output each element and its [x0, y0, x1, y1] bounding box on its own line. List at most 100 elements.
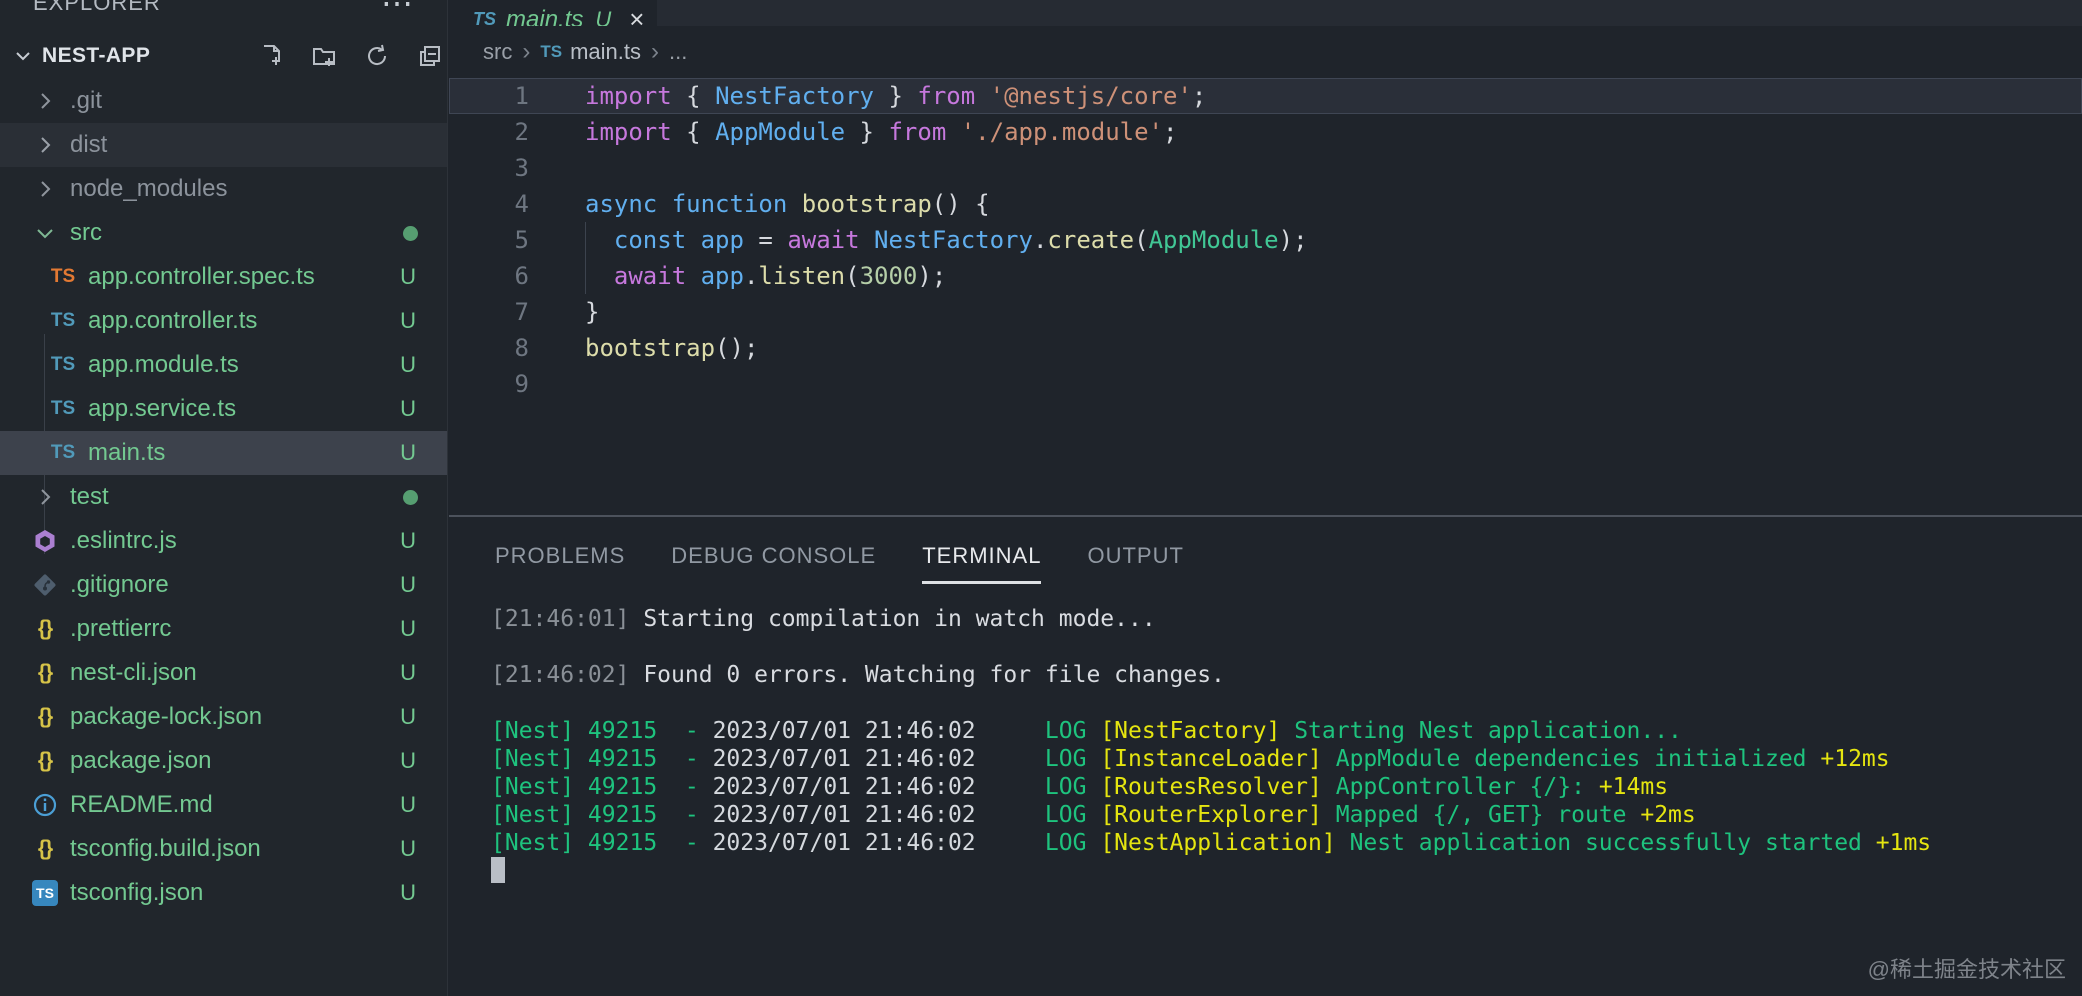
- chevron-down-icon: [37, 229, 53, 239]
- tree-item-tsconfig-build[interactable]: {} tsconfig.build.json U: [0, 827, 447, 871]
- git-icon: [32, 572, 58, 598]
- tree-item-tsconfig[interactable]: TS tsconfig.json U: [0, 871, 447, 915]
- ts-file-icon: TS: [540, 42, 563, 61]
- code-line: 3: [514, 154, 529, 182]
- tree-item-prettierrc[interactable]: {} .prettierrc U: [0, 607, 447, 651]
- tree-item-node-modules[interactable]: node_modules: [0, 167, 447, 211]
- watermark: @稀土掘金技术社区: [1867, 957, 2066, 982]
- explorer-more-icon[interactable]: ⋯: [381, 0, 415, 22]
- ts-file-icon: TS: [50, 266, 76, 287]
- terminal-line: [Nest] 49215 - 2023/07/01 21:46:02 LOG […: [491, 746, 1890, 772]
- tab-debug-console[interactable]: DEBUG CONSOLE: [671, 543, 876, 584]
- terminal-line: [21:46:01] Starting compilation in watch…: [491, 606, 1156, 632]
- project-header[interactable]: NEST-APP: [0, 33, 447, 79]
- file-tree: .git dist node_modules src TS app.contro…: [0, 79, 447, 915]
- chevron-right-icon: ›: [650, 38, 659, 65]
- explorer-title: EXPLORER: [33, 0, 161, 15]
- git-untracked-badge: U: [400, 572, 416, 597]
- tsconfig-icon: TS: [32, 880, 58, 906]
- terminal-cursor: [491, 857, 505, 883]
- git-untracked-badge: U: [400, 352, 416, 377]
- terminal-line: [21:46:02] Found 0 errors. Watching for …: [491, 662, 1225, 688]
- bottom-panel: PROBLEMS DEBUG CONSOLE TERMINAL OUTPUT […: [449, 515, 2082, 996]
- json-icon: {}: [37, 705, 53, 728]
- tree-item-eslintrc[interactable]: .eslintrc.js U: [0, 519, 447, 563]
- chevron-right-icon: [41, 489, 51, 505]
- code-line: 9: [514, 370, 529, 398]
- project-name: NEST-APP: [42, 44, 151, 67]
- tree-item-git[interactable]: .git: [0, 79, 447, 123]
- editor-area: TS main.ts U × src › TS main.ts › ... 1i…: [449, 0, 2082, 515]
- terminal-output[interactable]: [21:46:01] Starting compilation in watch…: [491, 605, 1931, 857]
- modified-dot: [403, 489, 418, 505]
- chevron-right-icon: ›: [522, 38, 531, 65]
- tree-item-package[interactable]: {} package.json U: [0, 739, 447, 783]
- tree-item-app-service[interactable]: TS app.service.ts U: [0, 387, 447, 431]
- tree-item-app-module[interactable]: TS app.module.ts U: [0, 343, 447, 387]
- tab-main-ts[interactable]: TS main.ts U ×: [449, 0, 657, 26]
- eslint-icon: [32, 528, 58, 554]
- git-untracked-badge: U: [400, 748, 416, 773]
- close-icon[interactable]: ×: [629, 4, 644, 26]
- json-icon: {}: [37, 617, 53, 640]
- refresh-icon[interactable]: [364, 43, 390, 69]
- tree-item-app-controller-spec[interactable]: TS app.controller.spec.ts U: [0, 255, 447, 299]
- chevron-right-icon: [41, 93, 51, 109]
- info-icon: [32, 792, 58, 818]
- tab-dirty-indicator: U: [595, 6, 612, 27]
- collapse-all-icon[interactable]: [417, 43, 443, 69]
- git-untracked-badge: U: [400, 704, 416, 729]
- tree-item-dist[interactable]: dist: [0, 123, 447, 167]
- tab-output[interactable]: OUTPUT: [1087, 543, 1183, 584]
- code-view[interactable]: 1 import { NestFactory } from '@nestjs/co…: [449, 78, 2082, 402]
- ts-file-icon: TS: [473, 9, 497, 26]
- tab-problems[interactable]: PROBLEMS: [495, 543, 625, 584]
- git-untracked-badge: U: [400, 880, 416, 905]
- tree-item-app-controller[interactable]: TS app.controller.ts U: [0, 299, 447, 343]
- git-untracked-badge: U: [400, 836, 416, 861]
- json-icon: {}: [37, 661, 53, 684]
- tree-item-package-lock[interactable]: {} package-lock.json U: [0, 695, 447, 739]
- json-icon: {}: [37, 749, 53, 772]
- git-untracked-badge: U: [400, 660, 416, 685]
- breadcrumb: src › TS main.ts › ...: [449, 26, 2082, 78]
- panel-tabs: PROBLEMS DEBUG CONSOLE TERMINAL OUTPUT: [495, 543, 1184, 584]
- git-untracked-badge: U: [400, 396, 416, 421]
- code-line: 7}: [514, 298, 600, 326]
- new-file-icon[interactable]: [258, 43, 284, 69]
- chevron-down-icon: [16, 52, 30, 61]
- breadcrumb-symbol-ellipsis[interactable]: ...: [669, 39, 687, 65]
- chevron-right-icon: [41, 181, 51, 197]
- new-folder-icon[interactable]: [311, 43, 337, 69]
- modified-dot: [403, 225, 418, 241]
- json-icon: {}: [37, 837, 53, 860]
- ts-file-icon: TS: [50, 354, 76, 375]
- tree-item-src[interactable]: src: [0, 211, 447, 255]
- breadcrumb-file[interactable]: main.ts: [570, 39, 641, 65]
- code-line: 8 bootstrap();: [514, 334, 759, 362]
- explorer-sidebar: EXPLORER ⋯ NEST-APP .git dist node_modul…: [0, 0, 448, 996]
- tree-item-main[interactable]: TS main.ts U: [0, 431, 447, 475]
- breadcrumb-folder[interactable]: src: [483, 39, 512, 65]
- code-line-current: 1 import { NestFactory } from '@nestjs/co…: [449, 78, 2082, 114]
- tree-item-test[interactable]: test: [0, 475, 447, 519]
- explorer-toolbar: [258, 33, 443, 79]
- git-untracked-badge: U: [400, 528, 416, 553]
- git-untracked-badge: U: [400, 616, 416, 641]
- tree-item-readme[interactable]: README.md U: [0, 783, 447, 827]
- tree-item-gitignore[interactable]: .gitignore U: [0, 563, 447, 607]
- terminal-line: [Nest] 49215 - 2023/07/01 21:46:02 LOG […: [491, 718, 1682, 744]
- ts-file-icon: TS: [50, 310, 76, 331]
- tab-bar: TS main.ts U ×: [449, 0, 2082, 26]
- code-line: 2 import { AppModule } from './app.module…: [514, 118, 1178, 146]
- code-line: 5 const app = await NestFactory.create(A…: [449, 222, 2082, 258]
- git-untracked-badge: U: [400, 264, 416, 289]
- tree-item-nest-cli[interactable]: {} nest-cli.json U: [0, 651, 447, 695]
- vscode-window: { "icons": { "ts": "TS", "braces": "{}",…: [0, 0, 2082, 996]
- tab-terminal[interactable]: TERMINAL: [922, 543, 1042, 584]
- code-line: 4 async function bootstrap() {: [514, 190, 990, 218]
- code-line: 6 await app.listen(3000);: [449, 258, 2082, 294]
- terminal-line: [Nest] 49215 - 2023/07/01 21:46:02 LOG […: [491, 830, 1932, 856]
